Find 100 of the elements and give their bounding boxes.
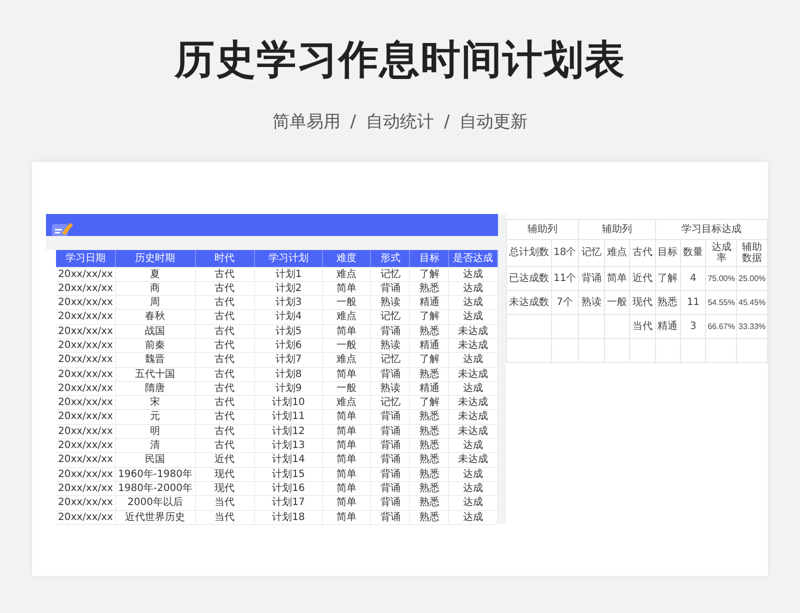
table-cell: 难点 (322, 310, 371, 324)
table-cell: 清 (115, 438, 195, 453)
table-cell: 一般 (322, 296, 371, 310)
table-cell: 五代十国 (115, 367, 195, 382)
table-cell: 简单 (322, 367, 371, 382)
table-cell: 商 (115, 281, 195, 296)
table-cell: 记忆 (370, 267, 410, 282)
table-cell: 背诵 (370, 510, 410, 524)
table-cell: 计划17 (254, 496, 323, 510)
table-cell: 简单 (322, 410, 371, 424)
table-cell: 难点 (322, 267, 371, 282)
table-cell: 熟悉 (410, 481, 449, 496)
table-cell: 古代 (195, 381, 254, 396)
table-cell: 7个 (551, 290, 579, 314)
table-cell: 熟悉 (655, 290, 680, 314)
table-cell: 20xx/xx/xx (56, 381, 116, 396)
table-cell: 古代 (195, 352, 254, 368)
table-cell: 计划18 (254, 510, 323, 524)
table-cell: 总计划数 (506, 239, 552, 266)
edit-icon (52, 221, 74, 238)
table-cell: 已达成数 (506, 266, 552, 290)
table-cell: 1980年-2000年 (115, 481, 195, 496)
table-cell: 了解 (410, 396, 449, 410)
table-cell: 熟悉 (410, 324, 449, 338)
table-cell: 古代 (195, 396, 254, 410)
table-cell: 背诵 (370, 481, 410, 496)
table-cell: 25.00% (736, 266, 768, 290)
table-cell: 熟读 (370, 381, 410, 396)
table-cell: 夏 (115, 267, 195, 282)
table-cell: 明 (115, 424, 195, 439)
table-cell: 20xx/xx/xx (56, 496, 116, 510)
group-header: 辅助列 (506, 219, 579, 239)
table-cell: 记忆 (578, 239, 604, 266)
table-cell: 20xx/xx/xx (56, 352, 116, 368)
table-cell: 难点 (322, 352, 371, 368)
table-cell: 精通 (655, 314, 680, 338)
table-cell: 75.00% (706, 266, 737, 290)
table-cell: 现代 (195, 467, 254, 482)
table-cell: 背诵 (370, 452, 410, 468)
column-header: 难度 (322, 250, 371, 267)
table-cell: 计划14 (254, 452, 323, 468)
table-cell: 计划12 (254, 424, 323, 439)
table-cell: 11 (680, 290, 706, 314)
table-cell: 古代 (195, 296, 254, 310)
table-cell: 熟悉 (410, 452, 449, 468)
table-cell: 33.33% (736, 314, 768, 338)
table-cell: 古代 (195, 367, 254, 382)
table-cell: 简单 (322, 510, 371, 524)
table-cell: 20xx/xx/xx (56, 338, 116, 353)
separator-text: / (350, 111, 356, 134)
table-cell: 背诵 (370, 410, 410, 424)
table-cell: 18个 (551, 239, 579, 266)
table-cell: 熟悉 (410, 496, 449, 510)
table-cell: 民国 (115, 452, 195, 468)
column-header: 目标 (410, 250, 449, 267)
table-cell: 计划15 (254, 467, 323, 482)
table-cell: 宋 (115, 396, 195, 410)
table-cell: 20xx/xx/xx (56, 267, 116, 282)
table-cell: 计划6 (254, 338, 323, 353)
table-cell: 简单 (604, 266, 630, 290)
table-cell: 20xx/xx/xx (56, 310, 116, 324)
table-cell: 2000年以后 (115, 496, 195, 510)
table-cell: 45.45% (736, 290, 768, 314)
table-cell: 计划5 (254, 324, 323, 338)
table-cell: 了解 (655, 266, 680, 290)
table-cell: 当代 (195, 510, 254, 524)
table-cell: 达成率 (706, 239, 737, 266)
table-cell: 简单 (322, 481, 371, 496)
table-cell: 一般 (322, 338, 371, 353)
table-cell: 20xx/xx/xx (56, 424, 116, 439)
table-cell: 计划10 (254, 396, 323, 410)
table-cell: 现代 (630, 290, 655, 314)
page-title: 历史学习作息时间计划表 (173, 36, 626, 85)
table-cell: 计划9 (254, 381, 323, 396)
table-cell: 古代 (195, 281, 254, 296)
table-cell: 熟悉 (410, 438, 449, 453)
table-cell: 熟悉 (410, 410, 449, 424)
table-cell: 记忆 (370, 310, 410, 324)
table-cell: 简单 (322, 467, 371, 482)
table-cell: 战国 (115, 324, 195, 338)
column-header: 是否达成 (448, 250, 498, 267)
table-cell: 20xx/xx/xx (56, 396, 116, 410)
table-cell: 计划16 (254, 481, 323, 496)
table-cell: 20xx/xx/xx (56, 367, 116, 382)
table-cell: 背诵 (578, 266, 604, 290)
table-cell: 11个 (551, 266, 579, 290)
table-cell: 近代 (195, 452, 254, 468)
table-cell: 春秋 (115, 310, 195, 324)
table-cell: 20xx/xx/xx (56, 481, 116, 496)
column-header: 学习日期 (56, 250, 116, 267)
table-cell: 当代 (195, 496, 254, 510)
table-cell: 近代世界历史 (115, 510, 195, 524)
table-cell: 计划2 (254, 281, 323, 296)
table-cell: 背诵 (370, 496, 410, 510)
table-cell: 元 (115, 410, 195, 424)
table-cell: 周 (115, 296, 195, 310)
table-cell: 20xx/xx/xx (56, 324, 116, 338)
column-header: 时代 (195, 250, 254, 267)
table-cell: 20xx/xx/xx (56, 467, 116, 482)
table-cell: 计划3 (254, 296, 323, 310)
